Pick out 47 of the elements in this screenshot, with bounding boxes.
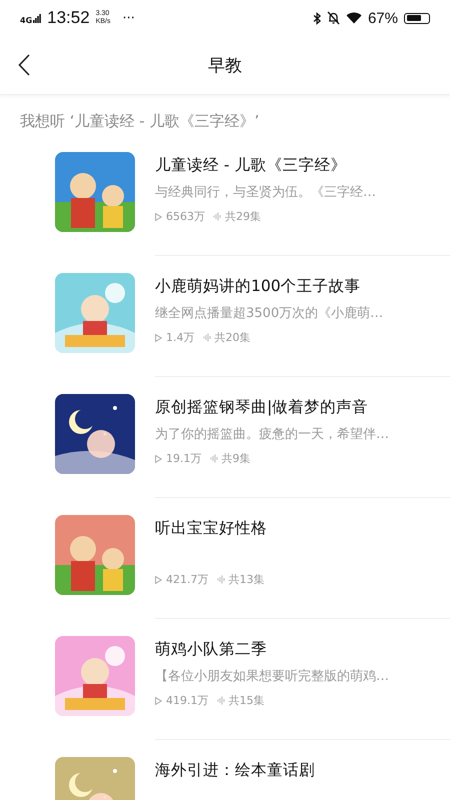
episode-count: 共20集 [214, 330, 250, 345]
signal-icon [33, 14, 42, 22]
album-item[interactable]: 萌鸡小队第二季 【各位小朋友如果想要听完整版的萌鸡… 419.1万 共15集 [55, 619, 450, 740]
episode-count: 共29集 [225, 209, 261, 224]
bluetooth-icon [312, 12, 321, 24]
play-count: 419.1万 [166, 693, 208, 708]
audio-wave-icon [202, 333, 210, 342]
album-item[interactable]: 小鹿萌妈讲的100个王子故事 继全网点播量超3500万次的《小鹿萌… 1.4万 共20集 [55, 256, 450, 377]
album-description: 为了你的摇篮曲。疲惫的一天，希望伴… [155, 426, 390, 444]
voice-query-text: 我想听 ‘儿童读经 - 儿歌《三字经》’ [19, 111, 260, 132]
album-title: 原创摇篮钢琴曲|做着梦的声音 [155, 397, 370, 418]
battery-icon [404, 12, 430, 24]
episode-count: 共15集 [228, 693, 264, 708]
play-icon [155, 212, 162, 220]
album-description: 【各位小朋友如果想要听完整版的萌鸡… [155, 668, 390, 686]
play-count: 421.7万 [166, 572, 208, 587]
battery-percent: 67% [368, 10, 398, 26]
album-item[interactable]: 儿童读经 - 儿歌《三字经》 与经典同行，与圣贤为伍。《三字经… 6563万 共29集 [55, 135, 450, 256]
album-description: 继全网点播量超3500万次的《小鹿萌… [155, 305, 384, 323]
muted-bell-icon [326, 11, 340, 25]
audio-wave-icon [213, 212, 221, 221]
play-icon [155, 334, 162, 342]
album-title: 小鹿萌妈讲的100个王子故事 [155, 276, 362, 297]
play-count: 1.4万 [166, 330, 194, 345]
album-title: 萌鸡小队第二季 [155, 639, 268, 660]
page-title: 早教 [208, 54, 242, 76]
episode-count: 共9集 [222, 451, 250, 466]
album-description: 与经典同行，与圣贤为伍。《三字经… [155, 184, 377, 202]
album-item[interactable]: 听出宝宝好性格 421.7万 共13集 [55, 498, 450, 619]
play-count: 19.1万 [166, 451, 202, 466]
more-notifications: ··· [122, 10, 135, 26]
play-icon [155, 576, 162, 584]
audio-wave-icon [210, 454, 218, 463]
wifi-icon [346, 12, 362, 24]
album-item[interactable]: 原创摇篮钢琴曲|做着梦的声音 为了你的摇篮曲。疲惫的一天，希望伴… 19.1万 共9集 [55, 377, 450, 498]
audio-wave-icon [216, 575, 224, 584]
album-title: 听出宝宝好性格 [155, 518, 268, 539]
play-icon [155, 696, 162, 704]
album-item[interactable]: 海外引进：绘本童话剧 [55, 740, 450, 800]
network-label: 4G [20, 16, 32, 25]
album-title: 儿童读经 - 儿歌《三字经》 [155, 155, 348, 176]
album-title: 海外引进：绘本童话剧 [155, 760, 316, 781]
audio-wave-icon [216, 696, 224, 705]
play-count: 6563万 [166, 209, 205, 224]
episode-count: 共13集 [228, 572, 264, 587]
play-icon [155, 454, 162, 462]
clock-time: 13:52 [47, 8, 90, 28]
